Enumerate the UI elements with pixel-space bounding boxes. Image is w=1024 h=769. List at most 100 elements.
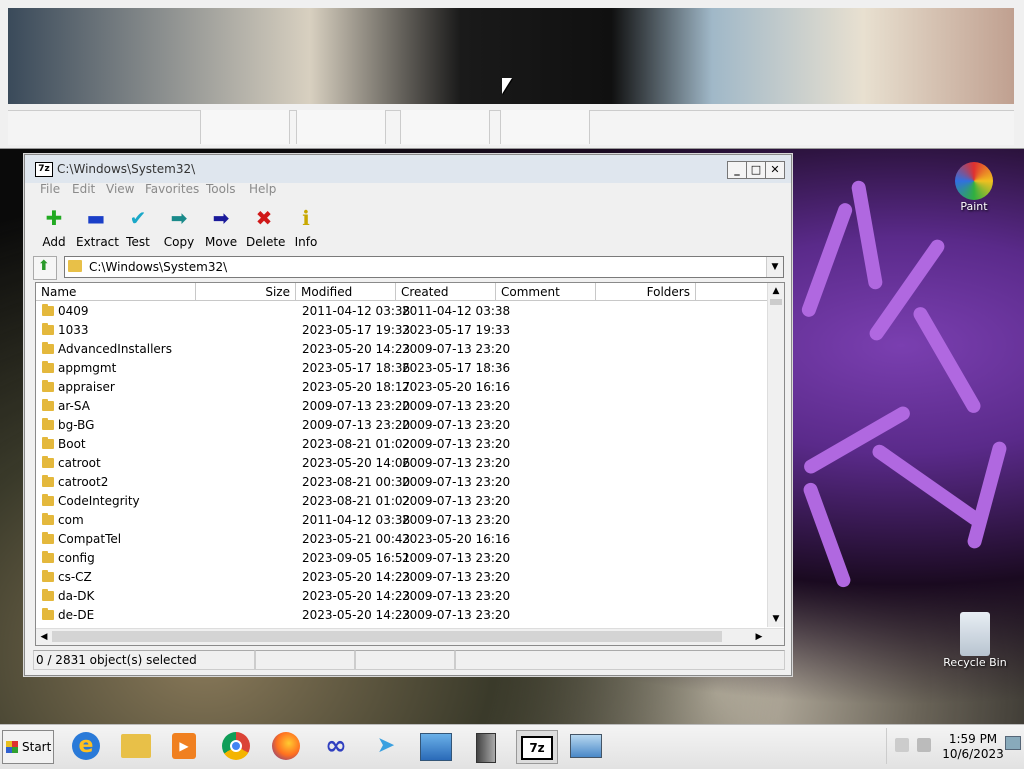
add-label: Add (42, 235, 66, 249)
close-button[interactable]: ✕ (765, 161, 785, 179)
scroll-left-icon[interactable]: ◀ (37, 631, 51, 643)
menu-tools[interactable]: Tools (206, 182, 236, 196)
taskbar-telegram-button[interactable]: ➤ (366, 730, 406, 762)
folder-icon (42, 494, 54, 506)
mouse-cursor-icon (502, 78, 512, 94)
taskbar-remote-desktop-button[interactable] (566, 730, 606, 762)
table-row[interactable]: config 2023-09-05 16:51 2009-07-13 23:20 (36, 549, 768, 568)
desktop-icon-paint[interactable]: Paint (946, 162, 1002, 213)
volume-muted-icon[interactable] (917, 738, 931, 752)
file-created: 2009-07-13 23:20 (402, 437, 511, 451)
column-header-modified[interactable]: Modified (296, 283, 396, 301)
folder-icon (42, 513, 54, 525)
table-row[interactable]: com 2011-04-12 03:38 2009-07-13 23:20 (36, 511, 768, 530)
desktop-icon-recycle-bin[interactable]: Recycle Bin (940, 612, 1010, 669)
table-row[interactable]: Boot 2023-08-21 01:02 2009-07-13 23:20 (36, 435, 768, 454)
scroll-up-icon[interactable]: ▲ (769, 285, 783, 297)
table-row[interactable]: AdvancedInstallers 2023-05-20 14:23 2009-0… (36, 340, 768, 359)
status-panel (455, 650, 785, 670)
folder-icon (42, 456, 54, 468)
vertical-scrollbar[interactable]: ▲ ▼ (767, 283, 784, 627)
background-window-button[interactable] (500, 110, 590, 144)
desktop-icon-label: Recycle Bin (943, 656, 1007, 669)
file-modified: 2023-08-21 01:02 (302, 437, 411, 451)
network-warning-icon[interactable] (895, 738, 909, 752)
table-row[interactable]: de-DE 2023-05-20 14:23 2009-07-13 23:20 (36, 606, 768, 625)
column-header-size[interactable]: Size (196, 283, 296, 301)
table-row[interactable]: da-DK 2023-05-20 14:23 2009-07-13 23:20 (36, 587, 768, 606)
scroll-right-icon[interactable]: ▶ (752, 631, 766, 643)
table-row[interactable]: catroot 2023-05-20 14:06 2009-07-13 23:20 (36, 454, 768, 473)
table-row[interactable]: cs-CZ 2023-05-20 14:23 2009-07-13 23:20 (36, 568, 768, 587)
add-button[interactable]: ✚ Add (39, 207, 69, 249)
maximize-button[interactable]: □ (746, 161, 766, 179)
table-row[interactable]: appmgmt 2023-05-17 18:36 2023-05-17 18:36 (36, 359, 768, 378)
menu-view[interactable]: View (106, 182, 134, 196)
file-name: appraiser (58, 380, 115, 394)
title-bar[interactable]: 7z C:\Windows\System32\ _ □ ✕ (25, 155, 791, 183)
background-window-button[interactable] (200, 110, 290, 144)
taskbar-7zip-button[interactable]: 7z (516, 730, 558, 764)
background-window-button[interactable] (296, 110, 386, 144)
taskbar-server-button[interactable] (466, 730, 506, 763)
minimize-button[interactable]: _ (727, 161, 747, 179)
taskbar-app-button[interactable]: ∞ (316, 730, 356, 762)
table-row[interactable]: 1033 2023-05-17 19:33 2023-05-17 19:33 (36, 321, 768, 340)
file-name: config (58, 551, 95, 565)
column-header-created[interactable]: Created (396, 283, 496, 301)
menu-help[interactable]: Help (249, 182, 276, 196)
windows-logo-icon (6, 741, 18, 753)
column-header-name[interactable]: Name (36, 283, 196, 301)
taskbar-media-player-button[interactable]: ▶ (164, 730, 204, 762)
menu-favorites[interactable]: Favorites (145, 182, 199, 196)
address-dropdown-button[interactable]: ▼ (766, 257, 783, 277)
table-row[interactable]: ar-SA 2009-07-13 23:20 2009-07-13 23:20 (36, 397, 768, 416)
taskbar-ie-button[interactable]: e (66, 730, 106, 762)
taskbar-firefox-button[interactable] (266, 730, 306, 762)
delete-button[interactable]: ✖ Delete (246, 207, 285, 249)
background-window-button[interactable] (400, 110, 490, 144)
table-row[interactable]: CompatTel 2023-05-21 00:43 2023-05-20 16:1… (36, 530, 768, 549)
extract-button[interactable]: ▬ Extract (76, 206, 119, 249)
scroll-down-icon[interactable]: ▼ (769, 613, 783, 625)
table-row[interactable]: catroot2 2023-08-21 00:30 2009-07-13 23:20 (36, 473, 768, 492)
info-icon: ℹ (302, 206, 310, 230)
file-modified: 2011-04-12 03:38 (302, 513, 411, 527)
column-header-comment[interactable]: Comment (496, 283, 596, 301)
table-row[interactable]: bg-BG 2009-07-13 23:20 2009-07-13 23:20 (36, 416, 768, 435)
file-created: 2009-07-13 23:20 (402, 551, 511, 565)
file-modified: 2023-05-21 00:43 (302, 532, 411, 546)
scroll-thumb[interactable] (770, 299, 782, 305)
paper-plane-icon: ➤ (376, 733, 396, 758)
file-created: 2009-07-13 23:20 (402, 456, 511, 470)
table-row[interactable]: appraiser 2023-05-20 18:17 2023-05-20 16:1… (36, 378, 768, 397)
clock-date: 10/6/2023 (942, 747, 1004, 761)
recycle-bin-icon (960, 612, 990, 656)
minus-icon: ▬ (86, 206, 106, 230)
test-button[interactable]: ✔ Test (123, 207, 153, 249)
copy-button[interactable]: ➡ Copy (163, 207, 195, 249)
move-button[interactable]: ➡ Move (205, 207, 237, 249)
folder-icon (42, 399, 54, 411)
info-button[interactable]: ℹ Info (293, 207, 319, 249)
folder-icon (42, 437, 54, 449)
horizontal-scrollbar[interactable]: ◀ ▶ (36, 628, 784, 645)
menu-bar (25, 183, 791, 203)
up-folder-button[interactable]: ⬆ (33, 256, 57, 280)
clock[interactable]: 1:59 PM 10/6/2023 (942, 732, 1004, 762)
taskbar-control-panel-button[interactable] (416, 730, 456, 762)
file-name: da-DK (58, 589, 95, 603)
address-bar[interactable]: C:\Windows\System32\ ▼ (64, 256, 784, 278)
file-list[interactable]: Name Size Modified Created Comment Folde… (35, 282, 785, 646)
hscroll-thumb[interactable] (52, 631, 722, 642)
taskbar-chrome-button[interactable] (216, 730, 256, 762)
start-button[interactable]: Start (2, 730, 54, 764)
show-desktop-icon[interactable] (1005, 736, 1021, 750)
column-header-folders[interactable]: Folders (596, 283, 696, 301)
arrow-right-icon: ➡ (170, 206, 188, 230)
menu-file[interactable]: File (40, 182, 60, 196)
table-row[interactable]: CodeIntegrity 2023-08-21 01:02 2009-07-13 … (36, 492, 768, 511)
taskbar-explorer-button[interactable] (116, 730, 156, 762)
table-row[interactable]: 0409 2011-04-12 03:38 2011-04-12 03:38 (36, 302, 768, 321)
menu-edit[interactable]: Edit (72, 182, 95, 196)
